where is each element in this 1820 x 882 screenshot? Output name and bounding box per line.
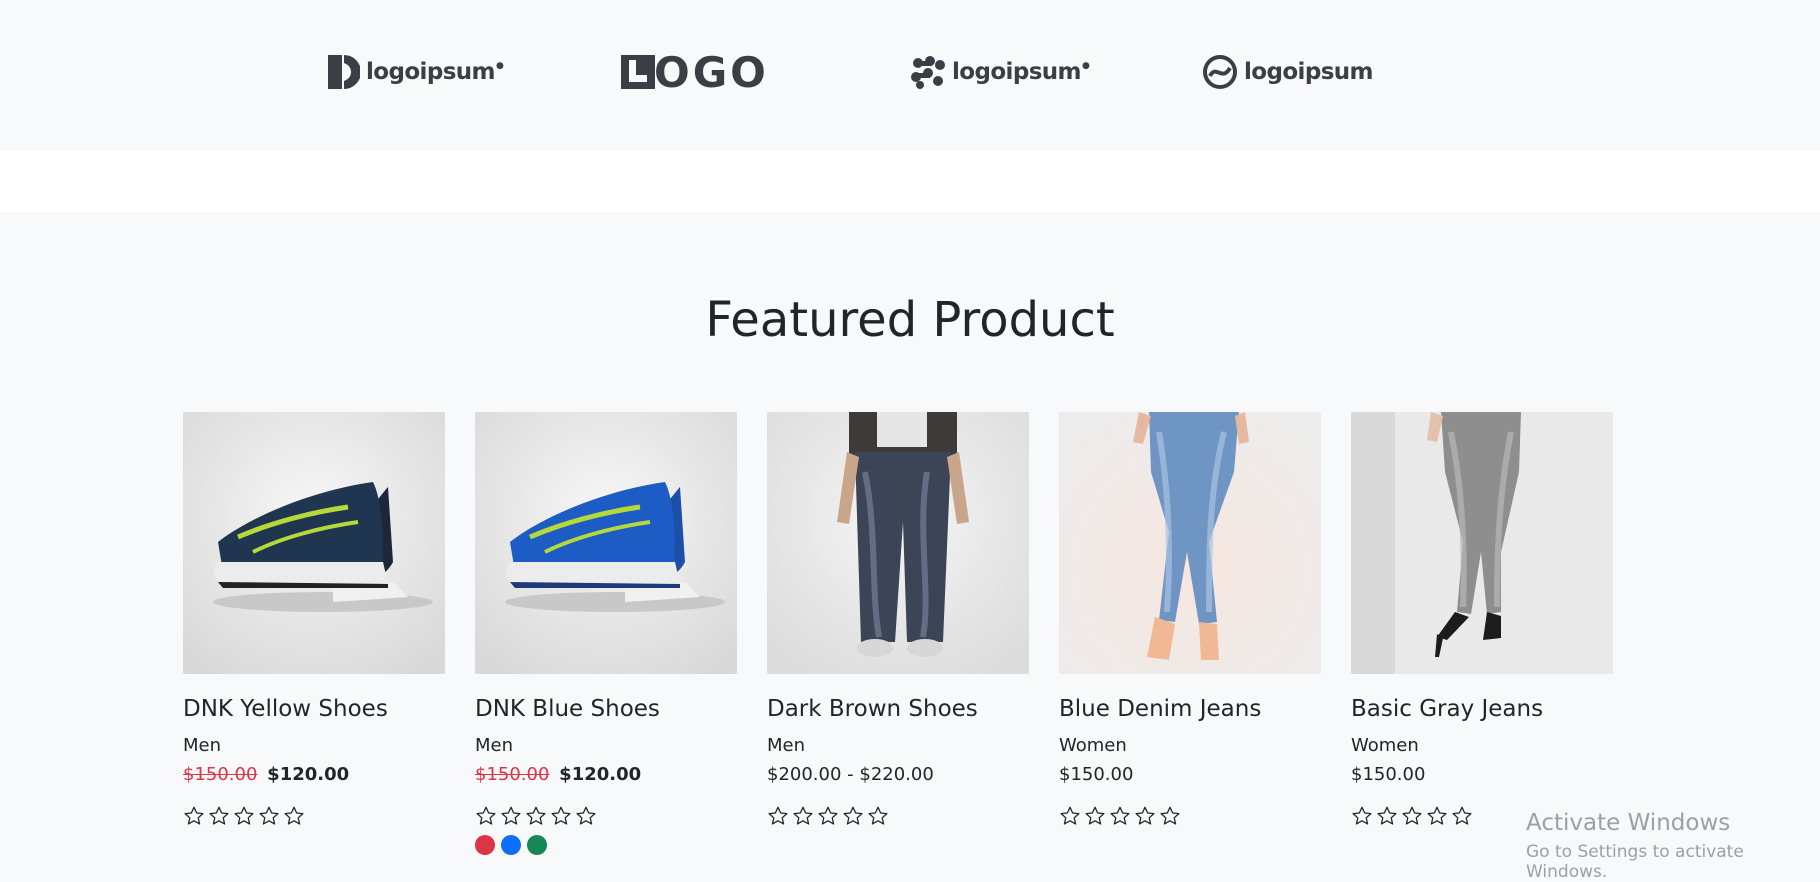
sneakers-image xyxy=(183,412,445,674)
star-icon[interactable] xyxy=(767,805,789,827)
star-icon[interactable] xyxy=(475,805,497,827)
brand-logo-4-text: logoipsum xyxy=(1244,59,1374,85)
product-card-dark-brown-shoes[interactable]: Dark Brown Shoes Men $200.00 - $220.00 xyxy=(767,412,1029,827)
star-icon[interactable] xyxy=(1109,805,1131,827)
star-icon[interactable] xyxy=(1159,805,1181,827)
product-title[interactable]: Blue Denim Jeans xyxy=(1059,696,1321,722)
star-icon[interactable] xyxy=(817,805,839,827)
star-icon[interactable] xyxy=(792,805,814,827)
star-icon[interactable] xyxy=(233,805,255,827)
watermark-title: Activate Windows xyxy=(1526,810,1731,836)
star-icon[interactable] xyxy=(1134,805,1156,827)
brand-logo-2[interactable]: OGO xyxy=(620,47,769,97)
windows-activation-watermark: Activate Windows Go to Settings to activ… xyxy=(1526,810,1820,882)
product-title[interactable]: DNK Yellow Shoes xyxy=(183,696,445,722)
circle-stripes-logo-icon xyxy=(1203,55,1237,89)
product-image[interactable] xyxy=(1059,412,1321,674)
star-rating xyxy=(767,805,1029,827)
gray-jeans-image xyxy=(1351,412,1613,674)
brand-logo-1-text: logoipsum● xyxy=(366,59,504,85)
block-logo-icon xyxy=(621,55,655,89)
product-image[interactable] xyxy=(183,412,445,674)
watermark-subtitle: Go to Settings to activate Windows. xyxy=(1526,842,1744,882)
product-title[interactable]: Basic Gray Jeans xyxy=(1351,696,1613,722)
star-icon[interactable] xyxy=(550,805,572,827)
star-icon[interactable] xyxy=(283,805,305,827)
sneakers-image xyxy=(475,412,737,674)
star-icon[interactable] xyxy=(1451,805,1473,827)
star-icon[interactable] xyxy=(1426,805,1448,827)
product-image[interactable] xyxy=(1351,412,1613,674)
brand-logo-1[interactable]: logoipsum● xyxy=(328,50,504,94)
star-icon[interactable] xyxy=(575,805,597,827)
section-title: Featured Product xyxy=(705,292,1115,348)
color-swatch-green[interactable] xyxy=(527,835,547,855)
original-price: $150.00 xyxy=(475,764,550,785)
star-icon[interactable] xyxy=(525,805,547,827)
star-icon[interactable] xyxy=(1351,805,1373,827)
half-circle-logo-icon xyxy=(328,55,360,89)
star-icon[interactable] xyxy=(183,805,205,827)
star-icon[interactable] xyxy=(208,805,230,827)
brand-logo-3-text: logoipsum● xyxy=(952,59,1090,85)
product-category: Men xyxy=(767,735,806,756)
product-card-blue-denim-jeans[interactable]: Blue Denim Jeans Women $150.00 xyxy=(1059,412,1321,827)
featured-products-section: Featured Product DNK Yellow Shoes Men $1… xyxy=(0,212,1820,882)
product-price: $150.00 xyxy=(1059,764,1134,785)
product-category: Men xyxy=(475,735,514,756)
product-price: $150.00 xyxy=(1351,764,1426,785)
star-icon[interactable] xyxy=(867,805,889,827)
star-icon[interactable] xyxy=(500,805,522,827)
star-rating xyxy=(1059,805,1321,827)
product-image[interactable] xyxy=(767,412,1029,674)
brand-logo-band: logoipsum● OGO logoipsum● logoipsum xyxy=(0,0,1820,151)
star-icon[interactable] xyxy=(842,805,864,827)
product-title[interactable]: DNK Blue Shoes xyxy=(475,696,737,722)
star-rating xyxy=(183,805,445,827)
sale-price: $120.00 xyxy=(267,764,350,785)
star-icon[interactable] xyxy=(1376,805,1398,827)
product-card-basic-gray-jeans[interactable]: Basic Gray Jeans Women $150.00 xyxy=(1351,412,1613,827)
sale-price: $120.00 xyxy=(559,764,642,785)
molecule-logo-icon xyxy=(911,56,945,89)
product-category: Men xyxy=(183,735,222,756)
product-price: $150.00 $120.00 xyxy=(183,764,445,785)
product-card-dnk-yellow-shoes[interactable]: DNK Yellow Shoes Men $150.00 $120.00 xyxy=(183,412,445,827)
original-price: $150.00 xyxy=(183,764,258,785)
brand-logo-3[interactable]: logoipsum● xyxy=(910,50,1090,94)
brand-logo-2-text: OGO xyxy=(654,47,769,97)
product-category: Women xyxy=(1351,735,1419,756)
star-icon[interactable] xyxy=(258,805,280,827)
blue-jeans-image xyxy=(1059,412,1321,674)
star-rating xyxy=(475,805,737,827)
product-category: Women xyxy=(1059,735,1127,756)
product-price: $150.00 $120.00 xyxy=(475,764,737,785)
star-icon[interactable] xyxy=(1084,805,1106,827)
color-swatches xyxy=(475,835,737,855)
star-icon[interactable] xyxy=(1401,805,1423,827)
section-divider xyxy=(0,151,1820,212)
brand-logo-4[interactable]: logoipsum xyxy=(1202,50,1374,94)
dark-jeans-image xyxy=(767,412,1029,674)
star-icon[interactable] xyxy=(1059,805,1081,827)
color-swatch-red[interactable] xyxy=(475,835,495,855)
product-card-dnk-blue-shoes[interactable]: DNK Blue Shoes Men $150.00 $120.00 xyxy=(475,412,737,855)
product-price-range: $200.00 - $220.00 xyxy=(767,764,934,785)
product-title[interactable]: Dark Brown Shoes xyxy=(767,696,1029,722)
product-image[interactable] xyxy=(475,412,737,674)
color-swatch-blue[interactable] xyxy=(501,835,521,855)
